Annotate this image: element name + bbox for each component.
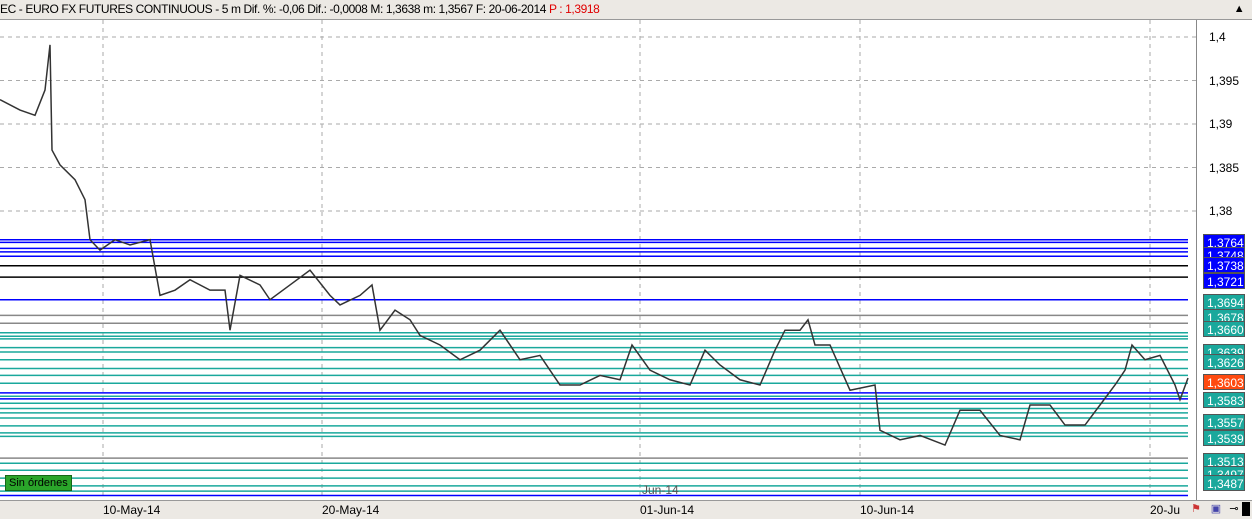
price-level-label[interactable]: 1,3721 [1203,272,1245,289]
save-icon[interactable]: ▣ [1208,502,1224,516]
pin-icon[interactable]: ⊸ [1226,502,1242,516]
max: M: 1,3638 [370,2,421,16]
price-level-label[interactable]: 1,3557 [1203,414,1245,431]
date: F: 20-06-2014 [475,2,547,16]
price-chart[interactable] [0,20,1196,500]
min: m: 1,3567 [423,2,473,16]
date-label: 10-May-14 [103,503,161,517]
last-price: P : 1,3918 [548,2,600,16]
date-label: 20-Ju [1150,503,1181,517]
date-label: 01-Jun-14 [640,503,695,517]
orders-badge[interactable]: Sin órdenes [5,475,72,491]
date-label: 10-Jun-14 [860,503,915,517]
dif: Dif.: -0,0008 [307,2,368,16]
date-label: 20-May-14 [322,503,380,517]
color-swatch[interactable] [1242,502,1250,516]
month-marker: Jun-14 [642,483,679,497]
dif-pct: Dif. %: -0,06 [243,2,305,16]
price-level-label[interactable]: 1,3626 [1203,354,1245,371]
y-tick-label: 1,38 [1209,204,1233,218]
price-line [0,44,1189,446]
symbol: EC - EURO FX FUTURES CONTINUOUS [0,2,213,16]
interval: 5 m [221,2,241,16]
price-level-label[interactable]: 1,3660 [1203,321,1245,338]
y-tick-label: 1,4 [1209,30,1226,44]
price-level-label[interactable]: 1,3738 [1203,256,1245,273]
price-level-label[interactable]: 1,3694 [1203,294,1245,311]
scroll-up-button[interactable]: ▲ [1230,1,1248,17]
flag-icon[interactable]: ⚑ [1188,502,1204,516]
price-level-label[interactable]: 1,3603 [1203,374,1245,391]
price-level-label[interactable]: 1,3487 [1203,475,1245,492]
price-level-label[interactable]: 1,3539 [1203,430,1245,447]
time-axis [0,500,1252,519]
chart-title-bar: EC - EURO FX FUTURES CONTINUOUS - 5 m Di… [0,0,1252,20]
y-tick-label: 1,385 [1209,160,1240,175]
y-tick-label: 1,395 [1209,73,1240,88]
price-level-label[interactable]: 1,3583 [1203,391,1245,408]
y-tick-label: 1,39 [1209,117,1233,131]
